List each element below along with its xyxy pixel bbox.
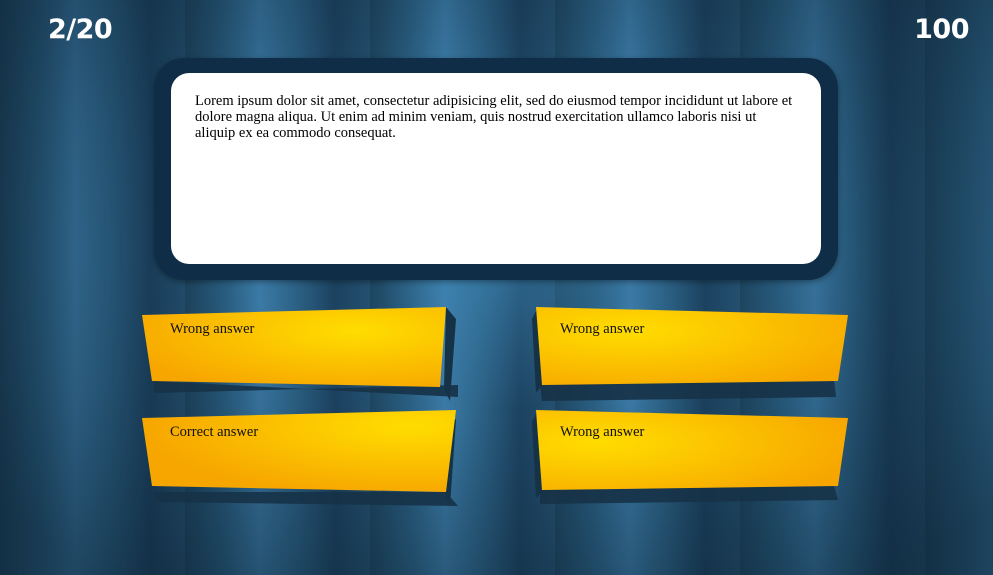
- question-box: Lorem ipsum dolor sit amet, consectetur …: [171, 73, 821, 264]
- question-panel: Lorem ipsum dolor sit amet, consectetur …: [154, 58, 838, 280]
- answer-shape-2: [532, 307, 848, 401]
- answer-label-4: Wrong answer: [560, 424, 645, 440]
- answer-shape-1: [142, 307, 458, 401]
- answer-label-3: Correct answer: [170, 424, 259, 440]
- score-display: 100: [914, 14, 969, 45]
- answer-button-3[interactable]: Correct answer: [140, 408, 470, 508]
- question-text: Lorem ipsum dolor sit amet, consectetur …: [195, 93, 793, 141]
- answer-label-2: Wrong answer: [560, 321, 645, 337]
- answer-label-1: Wrong answer: [170, 321, 255, 337]
- answer-shape-3: [142, 410, 458, 506]
- answer-button-4[interactable]: Wrong answer: [530, 408, 860, 508]
- answer-button-2[interactable]: Wrong answer: [530, 305, 860, 405]
- answer-button-1[interactable]: Wrong answer: [140, 305, 470, 405]
- question-counter: 2/20: [48, 14, 113, 45]
- answer-shape-4: [532, 410, 848, 504]
